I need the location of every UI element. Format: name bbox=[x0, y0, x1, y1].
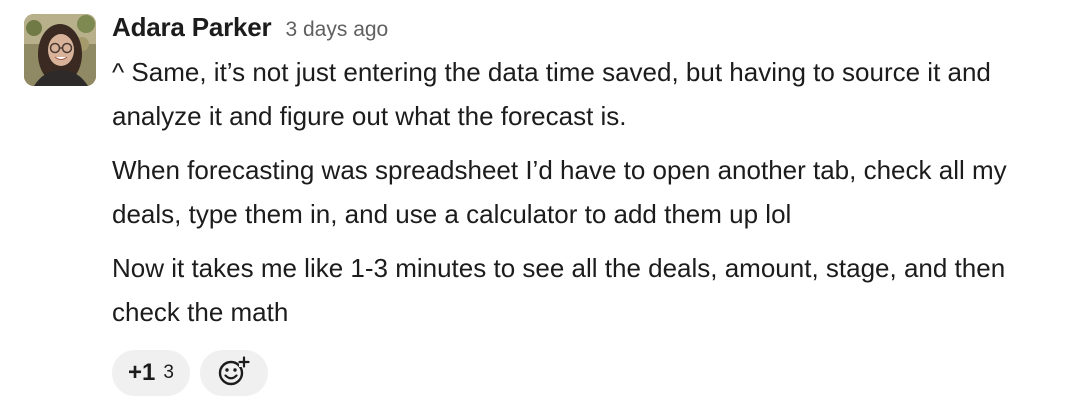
avatar-photo bbox=[24, 14, 96, 86]
message-paragraph: ^ Same, it’s not just entering the data … bbox=[112, 57, 991, 131]
author-name[interactable]: Adara Parker bbox=[112, 12, 272, 43]
message-header: Adara Parker 3 days ago bbox=[112, 12, 1062, 50]
plus-one-emoji: +1 bbox=[128, 359, 156, 386]
message-content: Adara Parker 3 days ago ^ Same, it’s not… bbox=[112, 12, 1062, 396]
message-paragraph: When forecasting was spreadsheet I’d hav… bbox=[112, 155, 1007, 229]
reaction-count: 3 bbox=[163, 362, 174, 383]
add-emoji-icon bbox=[217, 355, 251, 392]
avatar[interactable] bbox=[24, 14, 96, 86]
reaction-plus-one[interactable]: +1 3 bbox=[112, 350, 190, 396]
message: Adara Parker 3 days ago ^ Same, it’s not… bbox=[0, 0, 1076, 414]
timestamp[interactable]: 3 days ago bbox=[285, 18, 388, 42]
message-paragraph: Now it takes me like 1-3 minutes to see … bbox=[112, 253, 1006, 327]
add-reaction-button[interactable] bbox=[199, 350, 268, 396]
reactions-bar: +1 3 bbox=[112, 350, 1062, 396]
